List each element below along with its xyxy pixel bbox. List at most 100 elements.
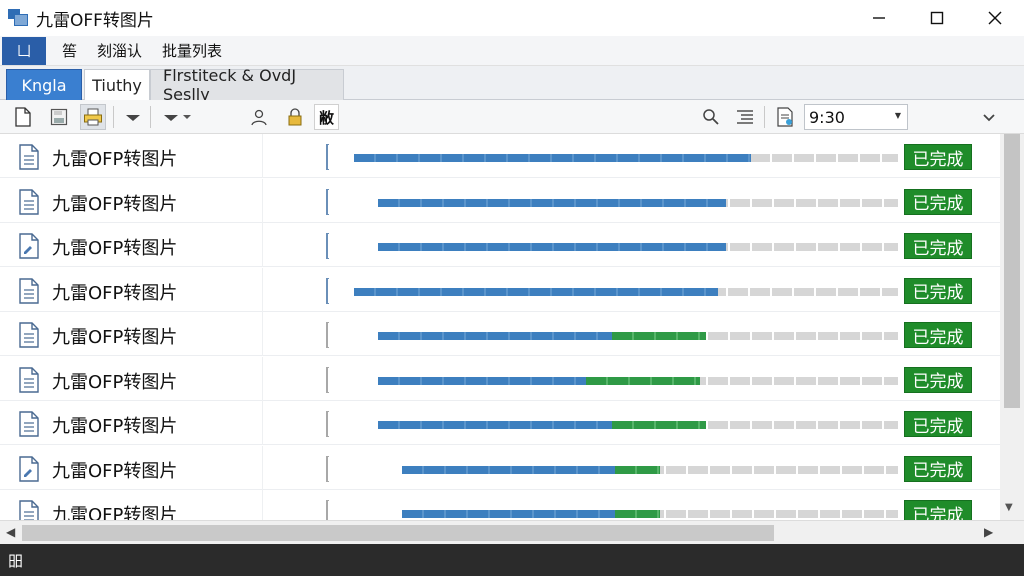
toolbar-overflow-chevron-icon[interactable]	[980, 108, 998, 126]
menu-item-2[interactable]: 刻淄认	[87, 40, 152, 61]
horizontal-scroll-thumb[interactable]	[22, 525, 774, 541]
lock-icon	[288, 108, 302, 126]
progress-fill	[378, 243, 726, 251]
progress-bar	[354, 154, 898, 162]
search-button[interactable]	[698, 104, 724, 130]
status-badge: 已完成	[904, 233, 972, 259]
status-badge: 已完成	[904, 366, 972, 393]
progress-bar	[378, 332, 898, 340]
dropdown-1-button[interactable]	[120, 104, 146, 130]
menu-item-batch-list[interactable]: 批量列表	[152, 40, 232, 61]
progress-bracket	[326, 277, 329, 304]
file-name: 九雷OFP转图片	[52, 327, 178, 348]
progress-bar	[354, 287, 898, 296]
user-icon	[251, 109, 267, 126]
list-row[interactable]: 九雷OFP转图片 已完成	[0, 178, 1000, 223]
list-view-button[interactable]	[732, 104, 758, 130]
progress-bracket	[326, 188, 329, 215]
menu-bar: 凵 筶 刻淄认 批量列表	[0, 36, 1024, 66]
list-icon	[737, 110, 753, 124]
vertical-scroll-thumb[interactable]	[1004, 134, 1020, 408]
scroll-left-icon[interactable]: ◀	[6, 525, 15, 539]
progress-fill	[378, 376, 586, 385]
progress-bar	[378, 376, 898, 385]
close-icon	[988, 11, 1002, 25]
print-icon	[84, 108, 102, 126]
list-row[interactable]: 九雷OFP转图片 已完成	[0, 312, 1000, 356]
tab-2[interactable]: Tiuthy	[84, 69, 150, 100]
status-bar-text: 昍	[8, 551, 24, 570]
progress-bracket	[326, 322, 329, 348]
new-file-button[interactable]	[10, 104, 36, 130]
status-badge: 已完成	[904, 455, 972, 482]
file-name: 九雷OFP转图片	[52, 149, 178, 170]
progress-bar	[378, 243, 898, 251]
document-icon	[19, 500, 39, 520]
progress-fill-secondary	[612, 332, 706, 340]
tab-3[interactable]: Flrstiteck & OvdJ Seslly	[150, 66, 344, 104]
document-icon	[19, 366, 39, 393]
chevron-down-icon: ▼	[894, 111, 901, 120]
list-row[interactable]: 九雷OFP转图片 已完成	[0, 134, 1000, 178]
minimize-button[interactable]	[850, 0, 908, 36]
document-settings-icon	[777, 107, 793, 127]
time-select[interactable]: 9:30 ▼	[804, 104, 908, 130]
document-icon	[19, 411, 39, 437]
progress-bar	[402, 510, 898, 518]
progress-fill-secondary	[615, 510, 660, 518]
chevron-down-icon	[126, 115, 140, 121]
progress-bracket	[326, 455, 329, 482]
list-row[interactable]: 九雷OFP转图片 已完成	[0, 445, 1000, 490]
file-name: 九雷OFP转图片	[52, 193, 178, 215]
window-controls	[850, 0, 1024, 36]
list-row[interactable]: 九雷OFP转图片 已完成	[0, 401, 1000, 445]
close-button[interactable]	[966, 0, 1024, 36]
file-name: 九雷OFP转图片	[52, 371, 178, 393]
tab-bar: Kngla Tiuthy Flrstiteck & OvdJ Seslly	[0, 66, 1024, 104]
file-list: 九雷OFP转图片 已完成 九雷OFP转图片 已完成 九雷OFP转图片 已完成 九雷OFP转图…	[0, 134, 1000, 520]
status-badge: 已完成	[904, 144, 972, 170]
document-icon	[19, 188, 39, 215]
save-icon	[50, 108, 68, 126]
menu-item-1[interactable]: 筶	[52, 40, 87, 61]
progress-fill	[354, 287, 718, 296]
save-button[interactable]	[46, 104, 72, 130]
progress-fill	[402, 510, 615, 518]
app-icon	[8, 9, 30, 27]
maximize-button[interactable]	[908, 0, 966, 36]
progress-fill	[378, 421, 612, 429]
progress-fill	[378, 198, 726, 207]
document-settings-button[interactable]	[772, 104, 798, 130]
tab-1[interactable]: Kngla	[6, 69, 82, 100]
progress-bar	[402, 465, 898, 474]
file-name: 九雷OFP转图片	[52, 505, 178, 520]
scroll-right-icon[interactable]: ▶	[984, 525, 993, 539]
document-edit-icon	[19, 455, 39, 482]
lock-button[interactable]	[282, 104, 308, 130]
progress-fill	[378, 332, 612, 340]
list-row[interactable]: 九雷OFP转图片 已完成	[0, 223, 1000, 267]
scroll-down-icon[interactable]: ▼	[1005, 502, 1013, 513]
user-button[interactable]	[246, 104, 272, 130]
print-button[interactable]	[80, 104, 106, 130]
status-badge: 已完成	[904, 500, 972, 520]
maximize-icon	[930, 11, 944, 25]
toolbar-label[interactable]: 敝	[314, 104, 340, 130]
window-title: 九雷OFF转图片	[36, 10, 154, 31]
horizontal-scrollbar[interactable]: ◀ ▶	[0, 520, 1024, 544]
new-file-icon	[15, 107, 31, 127]
progress-bracket	[326, 500, 329, 520]
list-row[interactable]: 九雷OFP转图片 已完成	[0, 356, 1000, 401]
list-row[interactable]: 九雷OFP转图片 已完成	[0, 267, 1000, 312]
file-menu-button[interactable]: 凵	[2, 36, 46, 65]
vertical-scrollbar[interactable]: ▼	[1000, 134, 1024, 520]
chevron-down-icon	[164, 115, 178, 121]
progress-bar	[378, 421, 898, 429]
dropdown-2-arrow[interactable]	[180, 104, 194, 130]
list-row[interactable]: 九雷OFP转图片 已完成	[0, 490, 1000, 520]
title-bar: 九雷OFF转图片	[0, 0, 1024, 36]
status-badge: 已完成	[904, 277, 972, 304]
minimize-icon	[873, 17, 885, 19]
time-select-value: 9:30	[809, 107, 845, 127]
progress-bracket	[326, 233, 329, 259]
